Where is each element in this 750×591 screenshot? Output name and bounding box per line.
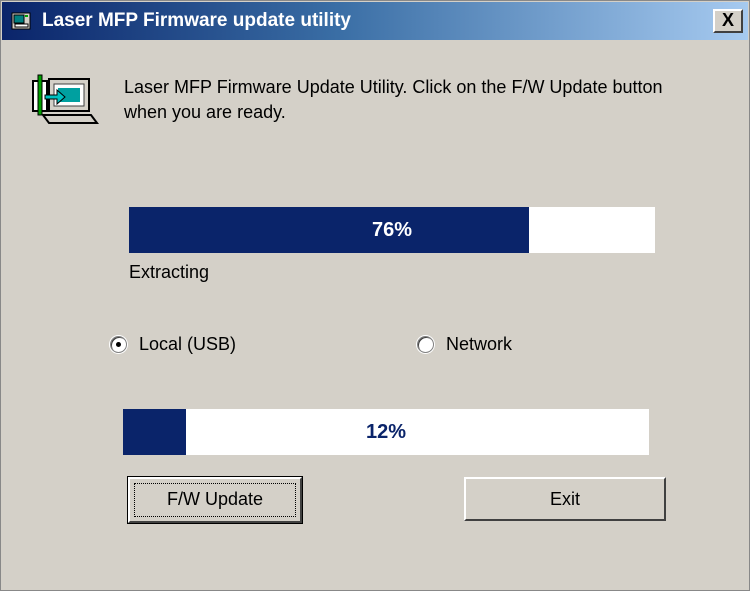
close-button[interactable]: X <box>713 9 743 33</box>
radio-selected-dot <box>116 342 121 347</box>
radio-button-icon[interactable] <box>110 336 127 353</box>
computer-update-icon <box>32 74 99 124</box>
radio-button-icon[interactable] <box>417 336 434 353</box>
update-progress-bar: 12% <box>123 409 649 455</box>
radio-local-usb[interactable]: Local (USB) <box>110 334 236 355</box>
printer-icon <box>11 12 31 30</box>
status-text: Extracting <box>129 262 210 282</box>
extract-progress-label: 76% <box>371 219 413 241</box>
title-bar[interactable]: Laser MFP Firmware update utility X <box>2 2 748 40</box>
extract-progress-bar: 76% <box>129 207 655 253</box>
radio-network-label: Network <box>446 334 513 354</box>
radio-network[interactable]: Network <box>417 334 512 355</box>
update-progress-label: 12% <box>365 421 407 443</box>
window-title: Laser MFP Firmware update utility <box>42 10 352 31</box>
fw-update-button[interactable]: F/W Update <box>127 476 303 524</box>
exit-button[interactable]: Exit <box>464 477 666 521</box>
instruction-message: Laser MFP Firmware Update Utility. Click… <box>124 77 663 122</box>
firmware-update-window: Laser MFP Firmware update utility X Lase… <box>0 0 750 591</box>
radio-local-usb-label: Local (USB) <box>139 334 237 354</box>
